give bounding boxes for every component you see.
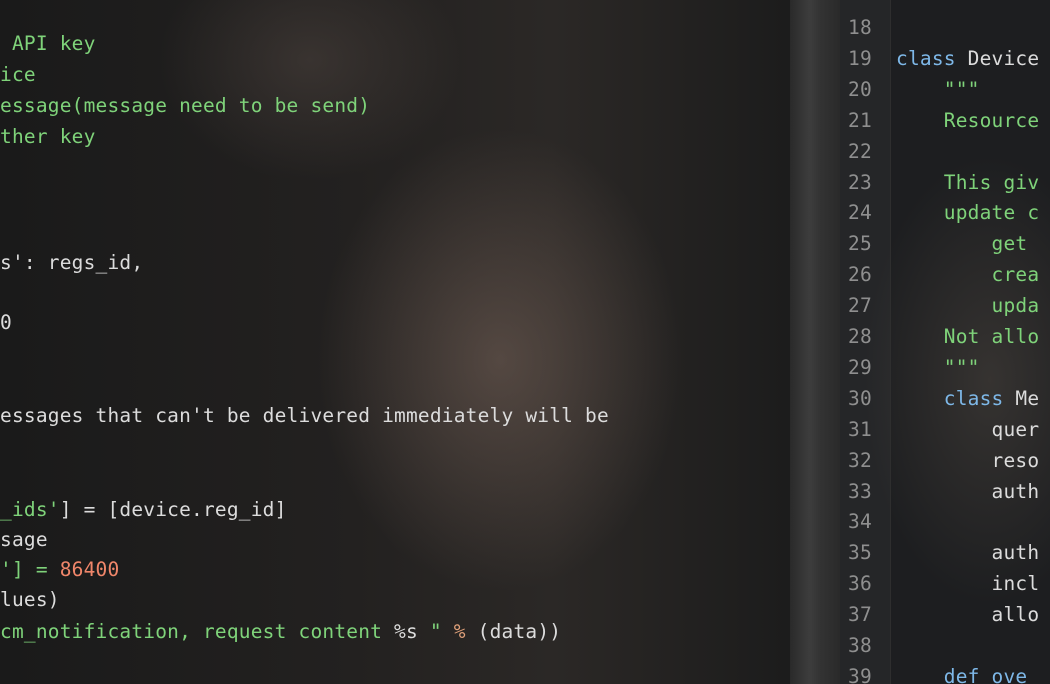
code-line[interactable]: allo	[896, 600, 1040, 630]
line-number: 38	[848, 634, 872, 657]
code-token: upda	[896, 294, 1040, 318]
code-token: (data))	[465, 620, 562, 643]
line-number: 29	[848, 355, 872, 379]
code-line[interactable]: ice	[0, 60, 36, 90]
line-number: 22	[848, 139, 872, 163]
right-editor-pane[interactable]: 18 19 class Device 20 """ 21 Resource 22 23 Th…	[840, 0, 1050, 684]
line-number: 20	[848, 77, 872, 101]
code-token: ice	[0, 63, 36, 86]
code-token: class	[896, 46, 968, 70]
code-token: "	[417, 620, 454, 643]
code-line[interactable]: API key	[0, 29, 96, 59]
code-line[interactable]: ther key	[0, 122, 96, 152]
code-token: incl	[896, 572, 1040, 596]
code-token: essages that can't be delivered immediat…	[0, 404, 609, 427]
line-number: 28	[848, 325, 872, 348]
line-number: 27	[848, 294, 872, 318]
code-token: def ove	[896, 664, 1028, 684]
code-line[interactable]: quer	[896, 415, 1040, 445]
code-token: API key	[0, 32, 96, 55]
code-line[interactable]: cm_notification, request content %s " % …	[0, 617, 561, 647]
code-token: essage(message need to be send)	[0, 94, 371, 117]
code-line[interactable]: get	[896, 229, 1028, 259]
line-number: 23	[848, 170, 872, 194]
code-line[interactable]: upda	[896, 291, 1040, 321]
code-token: This giv	[896, 170, 1040, 194]
code-line[interactable]: '] = 86400	[0, 555, 119, 585]
line-number: 33	[848, 479, 872, 503]
code-line[interactable]: auth	[896, 477, 1040, 507]
code-line[interactable]: _ids'] = [device.reg_id]	[0, 495, 287, 525]
code-token: """	[896, 355, 980, 379]
line-number: 35	[848, 541, 872, 565]
left-editor-pane[interactable]: API key ice essage(message need to be send…	[0, 0, 790, 684]
code-token: update c	[896, 201, 1040, 225]
code-token: quer	[896, 417, 1040, 441]
line-number: 19	[848, 46, 872, 70]
line-number: 25	[848, 232, 872, 256]
code-line[interactable]: def ove	[896, 662, 1027, 684]
code-token: auth	[896, 541, 1040, 565]
code-token: %s	[394, 620, 418, 643]
line-number: 39	[848, 664, 872, 684]
code-line[interactable]: """	[896, 353, 980, 383]
code-token: sage	[0, 528, 48, 551]
code-line[interactable]: 0	[0, 308, 12, 338]
code-line[interactable]: update c	[896, 198, 1039, 228]
code-token: reso	[896, 448, 1040, 472]
code-token: class	[896, 386, 1016, 410]
line-number: 36	[848, 572, 872, 596]
code-line[interactable]: essage(message need to be send)	[0, 91, 370, 121]
code-line[interactable]: Resource	[896, 106, 1039, 136]
code-token: _ids'	[0, 498, 60, 521]
code-token: '] =	[0, 558, 60, 581]
code-line[interactable]: class Me	[896, 384, 1039, 414]
code-token: allo	[896, 603, 1040, 627]
code-line[interactable]: """	[896, 75, 980, 105]
code-token: ther key	[0, 125, 96, 148]
code-line[interactable]: crea	[896, 260, 1040, 290]
code-token: Resource	[896, 108, 1040, 132]
line-number: 31	[848, 417, 872, 441]
line-number: 18	[848, 16, 872, 39]
line-number: 24	[848, 201, 872, 225]
code-token: Device	[967, 46, 1040, 70]
code-token: auth	[896, 479, 1040, 503]
code-token: Me	[1015, 386, 1040, 410]
code-line[interactable]: This giv	[896, 168, 1039, 198]
code-line[interactable]: essages that can't be delivered immediat…	[0, 401, 609, 431]
line-number: 34	[848, 510, 872, 534]
code-token: Not allo	[896, 325, 1040, 348]
code-token: lues)	[0, 588, 60, 611]
line-number: 30	[848, 386, 872, 410]
code-line[interactable]: auth	[896, 538, 1040, 568]
line-number: 32	[848, 448, 872, 472]
code-line[interactable]: sage	[0, 525, 48, 555]
code-token: get	[896, 232, 1028, 256]
code-line[interactable]: class Device	[896, 44, 1039, 74]
code-token: 0	[0, 311, 12, 334]
line-number: 26	[848, 263, 872, 287]
code-token: 86400	[59, 558, 120, 581]
code-line[interactable]: s': regs_id,	[0, 248, 143, 278]
code-token: """	[896, 77, 980, 101]
line-number: 37	[848, 603, 872, 627]
pane-divider[interactable]	[790, 0, 840, 684]
code-line[interactable]: reso	[896, 446, 1040, 476]
code-line[interactable]: incl	[896, 569, 1040, 599]
code-token: s': regs_id,	[0, 251, 144, 274]
code-line[interactable]: lues)	[0, 585, 60, 615]
code-token: cm_notification, request content	[0, 620, 395, 643]
code-token: %	[453, 620, 466, 643]
code-token: ] = [device.reg_id]	[59, 498, 287, 521]
line-number: 21	[848, 108, 872, 132]
code-line[interactable]: Not allo	[896, 322, 1039, 352]
code-token: crea	[896, 263, 1040, 287]
